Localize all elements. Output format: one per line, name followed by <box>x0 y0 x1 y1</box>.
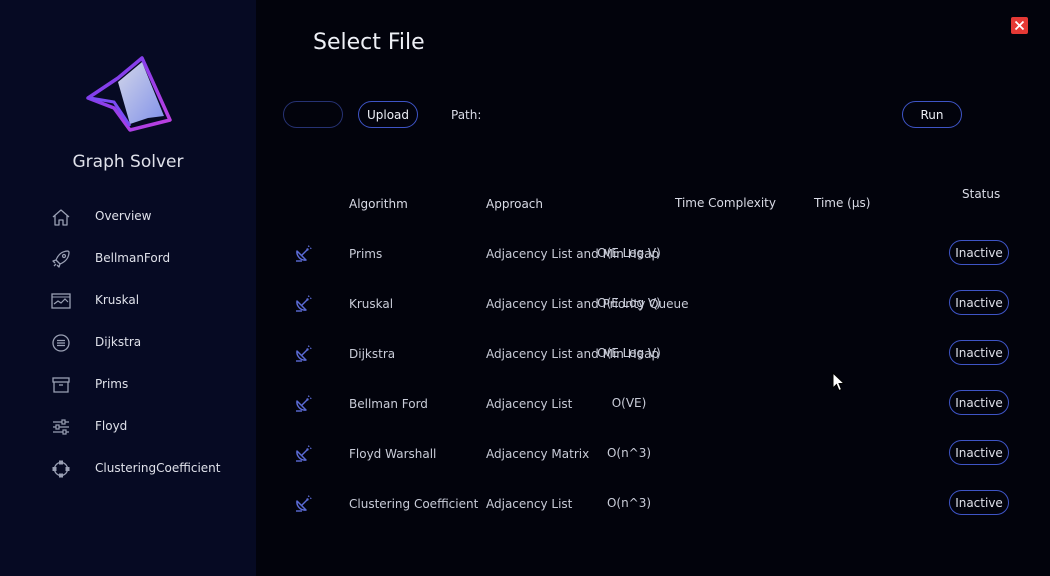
satellite-dish-icon <box>293 292 315 314</box>
header-status: Status <box>962 187 1001 201</box>
complexity-cell: O(n^3) <box>606 446 652 460</box>
header-algorithm: Algorithm <box>349 197 408 211</box>
sidebar-item-label: BellmanFord <box>95 251 171 265</box>
rocket-icon <box>50 248 72 270</box>
algorithm-cell: Bellman Ford <box>349 397 428 411</box>
sidebar-item-clusteringcoefficient[interactable]: ClusteringCoefficient <box>0 448 256 490</box>
status-badge: Inactive <box>949 290 1009 315</box>
chart-window-icon <box>50 290 72 312</box>
archive-icon <box>50 374 72 396</box>
satellite-dish-icon <box>293 492 315 514</box>
algorithm-cell: Dijkstra <box>349 347 396 361</box>
satellite-dish-icon <box>293 342 315 364</box>
status-badge: Inactive <box>949 490 1009 515</box>
header-approach: Approach <box>486 197 544 211</box>
path-label: Path: <box>451 108 482 122</box>
close-icon <box>1014 20 1025 31</box>
status-badge: Inactive <box>949 340 1009 365</box>
sliders-icon <box>50 416 72 438</box>
table-row: Clustering Coefficient Adjacency List O(n^… <box>280 478 1030 528</box>
status-badge: Inactive <box>949 440 1009 465</box>
sidebar: Graph Solver Overview BellmanFord Kruska… <box>0 0 256 576</box>
sidebar-item-label: Prims <box>95 377 129 391</box>
algorithm-cell: Prims <box>349 247 383 261</box>
sidebar-nav: Overview BellmanFord Kruskal Dijkstra Pr… <box>0 196 256 490</box>
table-row: Prims Adjacency List and Min Heap O(E Log … <box>280 228 1030 278</box>
complexity-cell: O(E Log V) <box>597 246 661 260</box>
algorithm-cell: Floyd Warshall <box>349 447 437 461</box>
status-badge: Inactive <box>949 390 1009 415</box>
algorithm-cell: Clustering Coefficient <box>349 497 479 511</box>
table-row: Floyd Warshall Adjacency Matrix O(n^3) Inac… <box>280 428 1030 478</box>
complexity-cell: O(E Log V) <box>597 346 661 360</box>
complexity-cell: O(VE) <box>611 396 647 410</box>
network-icon <box>50 458 72 480</box>
status-badge: Inactive <box>949 240 1009 265</box>
sidebar-item-label: Kruskal <box>95 293 140 307</box>
table-row: Kruskal Adjacency List and Priority Queue… <box>280 278 1030 328</box>
sidebar-item-kruskal[interactable]: Kruskal <box>0 280 256 322</box>
sidebar-item-label: Floyd <box>95 419 128 433</box>
sidebar-item-prims[interactable]: Prims <box>0 364 256 406</box>
sidebar-item-bellmanford[interactable]: BellmanFord <box>0 238 256 280</box>
close-button[interactable] <box>1011 17 1028 34</box>
run-button[interactable]: Run <box>902 101 962 128</box>
algorithm-cell: Kruskal <box>349 297 394 311</box>
satellite-dish-icon <box>293 392 315 414</box>
sidebar-item-floyd[interactable]: Floyd <box>0 406 256 448</box>
satellite-dish-icon <box>293 242 315 264</box>
upload-button[interactable]: Upload <box>358 101 418 128</box>
app-logo-icon <box>84 52 174 136</box>
sidebar-item-label: Dijkstra <box>95 335 142 349</box>
home-icon <box>50 206 72 228</box>
satellite-dish-icon <box>293 442 315 464</box>
mouse-cursor-icon <box>832 372 846 392</box>
sidebar-item-label: ClusteringCoefficient <box>95 461 221 475</box>
table-row: Bellman Ford Adjacency List O(VE) Inactive <box>280 378 1030 428</box>
sidebar-item-overview[interactable]: Overview <box>0 196 256 238</box>
list-circle-icon <box>50 332 72 354</box>
sidebar-item-label: Overview <box>95 209 152 223</box>
file-input[interactable] <box>283 101 343 128</box>
table-row: Dijkstra Adjacency List and Min Heap O(E L… <box>280 328 1030 378</box>
complexity-cell: O(n^3) <box>606 496 652 510</box>
page-title: Select File <box>313 30 425 55</box>
header-time: Time (µs) <box>814 196 871 210</box>
header-time-complexity: Time Complexity <box>675 196 776 210</box>
sidebar-item-dijkstra[interactable]: Dijkstra <box>0 322 256 364</box>
app-title: Graph Solver <box>72 152 184 172</box>
complexity-cell: O(E Log V) <box>597 296 661 310</box>
